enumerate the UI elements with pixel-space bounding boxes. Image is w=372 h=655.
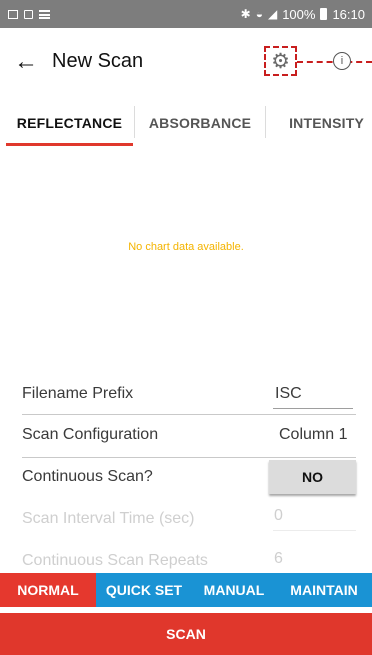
- tab-divider: [134, 106, 135, 138]
- status-bar-right: ✱ ◒ ◢ 100% 16:10: [241, 7, 372, 22]
- tab-bar: REFLECTANCE ABSORBANCE INTENSITY: [0, 98, 372, 148]
- scan-configuration-value[interactable]: Column 1: [279, 426, 347, 444]
- continuous-scan-toggle[interactable]: NO: [269, 460, 356, 494]
- divider: [22, 457, 356, 458]
- status-bar: ✱ ◒ ◢ 100% 16:10: [0, 0, 372, 28]
- clock: 16:10: [332, 6, 365, 22]
- filename-prefix-row: Filename Prefix ISC: [22, 377, 356, 417]
- tab-divider: [265, 106, 266, 138]
- scan-interval-label: Scan Interval Time (sec): [22, 510, 195, 527]
- scan-configuration-label: Scan Configuration: [22, 426, 159, 443]
- scan-interval-underline: [273, 530, 356, 531]
- tab-intensity[interactable]: INTENSITY: [268, 98, 372, 148]
- nav-normal[interactable]: NORMAL: [0, 573, 96, 607]
- divider: [22, 414, 356, 415]
- status-bar-left: [0, 9, 50, 19]
- gear-icon: ⚙: [271, 49, 290, 73]
- list-icon: [39, 9, 50, 19]
- battery-percent: 100%: [282, 6, 316, 22]
- tab-indicator: [6, 143, 133, 146]
- continuous-scan-row: Continuous Scan? NO: [22, 459, 356, 499]
- filename-prefix-underline: [273, 408, 353, 409]
- continuous-scan-label: Continuous Scan?: [22, 468, 153, 485]
- battery-icon: [320, 8, 328, 20]
- tab-reflectance[interactable]: REFLECTANCE: [6, 98, 133, 148]
- wifi-icon: ◒: [255, 7, 263, 21]
- scan-configuration-row[interactable]: Scan Configuration Column 1: [22, 417, 356, 457]
- empty-chart-message: No chart data available.: [128, 241, 244, 253]
- chart-area: No chart data available.: [0, 150, 372, 365]
- nav-manual[interactable]: MANUAL: [192, 573, 276, 607]
- bluetooth-icon: ✱: [240, 7, 251, 21]
- arrow-left-icon[interactable]: ←: [14, 48, 38, 76]
- signal-icon: ◢: [267, 7, 278, 21]
- nav-quick-set[interactable]: QUICK SET: [96, 573, 192, 607]
- app-bar: ← New Scan ⚙ i: [0, 28, 372, 98]
- scan-button[interactable]: SCAN: [0, 613, 372, 655]
- tab-absorbance[interactable]: ABSORBANCE: [136, 98, 264, 148]
- filename-prefix-label: Filename Prefix: [22, 385, 134, 402]
- nav-maintain[interactable]: MAINTAIN: [276, 573, 372, 607]
- scan-repeats-label: Continuous Scan Repeats: [22, 552, 208, 569]
- filename-prefix-input[interactable]: ISC: [275, 385, 302, 403]
- bottom-nav: NORMAL QUICK SET MANUAL MAINTAIN: [0, 573, 372, 607]
- scan-interval-row: Scan Interval Time (sec) 0: [22, 505, 356, 545]
- image-icon: [8, 9, 18, 19]
- page-title: New Scan: [52, 50, 144, 72]
- info-icon[interactable]: i: [333, 52, 351, 70]
- scan-interval-input[interactable]: 0: [274, 507, 283, 525]
- scan-repeats-input[interactable]: 6: [274, 550, 283, 568]
- settings-button[interactable]: ⚙: [264, 46, 297, 76]
- cast-icon: [24, 9, 33, 19]
- scan-repeats-row: Continuous Scan Repeats 6: [22, 547, 356, 573]
